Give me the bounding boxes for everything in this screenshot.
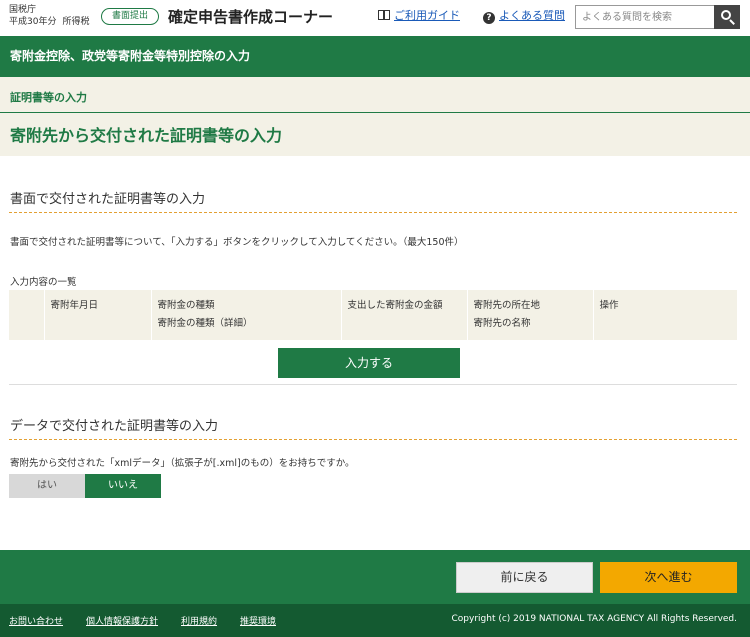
list-label: 入力内容の一覧: [10, 277, 77, 288]
tax-year: 平成30年分: [9, 17, 57, 27]
page-header: 証明書等の入力 寄附先から交付された証明書等の入力: [0, 77, 750, 156]
footer-link-environment[interactable]: 推奨環境: [240, 614, 276, 627]
paper-description: 書面で交付された証明書等について、「入力する」ボタンをクリックして入力してくださ…: [10, 237, 464, 248]
app-title: 確定申告書作成コーナー: [168, 8, 334, 26]
xml-question: 寄附先から交付された「xmlデータ」（拡張子が[.xml]のもの）をお持ちですか…: [10, 458, 355, 469]
top-header: 国税庁 平成30年分 所得税 書面提出 確定申告書作成コーナー ご利用ガイド ? よ…: [0, 0, 750, 36]
footer-navigation: 前に戻る 次へ進む: [0, 550, 750, 604]
question-circle-icon: ?: [483, 12, 495, 24]
section-title: 寄附金控除、政党等寄附金等特別控除の入力: [0, 36, 750, 77]
no-option-button[interactable]: いいえ: [85, 474, 161, 498]
agency-info: 国税庁 平成30年分 所得税: [9, 4, 95, 28]
footer-link-contact[interactable]: お問い合わせ: [9, 614, 63, 627]
footer: お問い合わせ 個人情報保護方針 利用規約 推奨環境 Copyright (c) …: [0, 604, 750, 637]
divider: [9, 384, 737, 385]
next-button[interactable]: 次へ進む: [600, 562, 737, 593]
table-header-row: 寄附年月日 寄附金の種類 寄附金の種類（詳細） 支出した寄附金の金額 寄附先の所在…: [9, 290, 737, 340]
col-type: 寄附金の種類 寄附金の種類（詳細）: [150, 290, 341, 340]
footer-link-privacy[interactable]: 個人情報保護方針: [86, 614, 158, 627]
divider: [0, 112, 750, 113]
entries-table: 寄附年月日 寄附金の種類 寄附金の種類（詳細） 支出した寄附金の金額 寄附先の所在…: [9, 290, 737, 340]
col-recipient: 寄附先の所在地 寄附先の名称: [466, 290, 593, 340]
agency-name: 国税庁: [9, 5, 37, 15]
data-section-heading: データで交付された証明書等の入力: [10, 419, 219, 434]
add-entry-button[interactable]: 入力する: [278, 348, 460, 378]
copyright: Copyright (c) 2019 NATIONAL TAX AGENCY A…: [451, 614, 738, 624]
yes-option-button[interactable]: はい: [9, 474, 85, 498]
tax-type: 所得税: [62, 17, 90, 27]
back-button[interactable]: 前に戻る: [456, 562, 593, 593]
search-input[interactable]: [575, 5, 714, 29]
guide-link[interactable]: ご利用ガイド: [378, 9, 460, 23]
search-icon: [721, 10, 731, 20]
search-button[interactable]: [714, 5, 740, 29]
submit-method-badge: 書面提出: [101, 8, 159, 25]
col-checkbox: [9, 290, 44, 340]
col-date: 寄附年月日: [43, 290, 151, 340]
paper-section-heading: 書面で交付された証明書等の入力: [10, 192, 206, 207]
guide-link-label: ご利用ガイド: [394, 9, 460, 22]
col-amount: 支出した寄附金の金額: [340, 290, 467, 340]
divider: [9, 212, 737, 213]
divider: [9, 439, 737, 440]
faq-link-label: よくある質問: [499, 9, 565, 22]
page-title: 寄附先から交付された証明書等の入力: [10, 126, 283, 145]
col-action: 操作: [592, 290, 737, 340]
book-icon: [378, 10, 390, 20]
footer-link-terms[interactable]: 利用規約: [181, 614, 217, 627]
faq-link[interactable]: ? よくある質問: [483, 9, 565, 24]
step-label: 証明書等の入力: [10, 91, 87, 104]
